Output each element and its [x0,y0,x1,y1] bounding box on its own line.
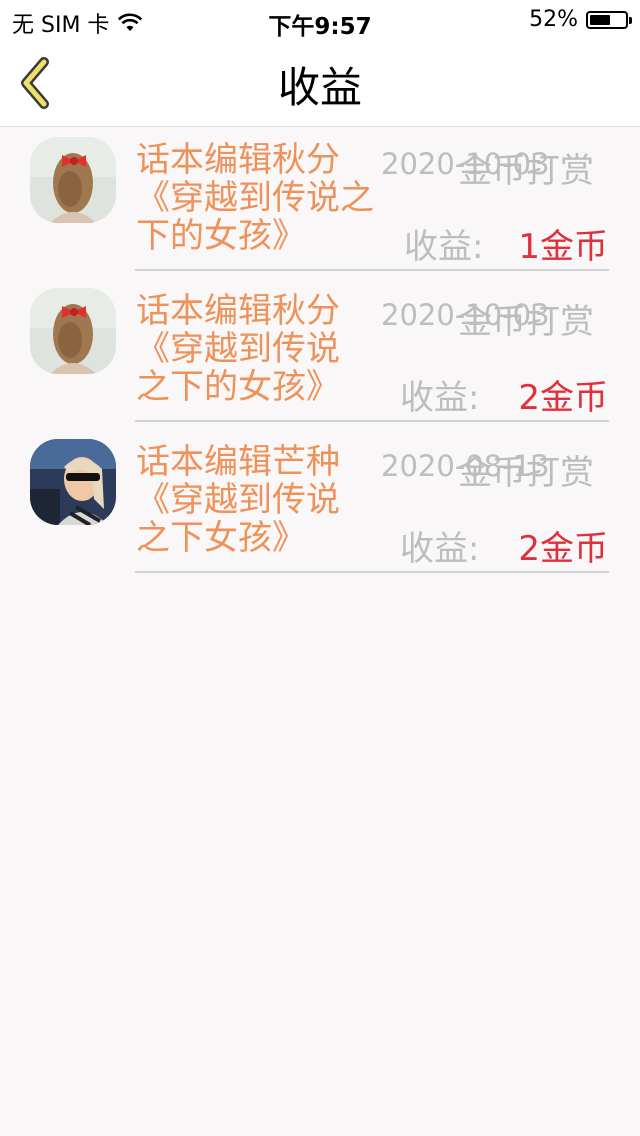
item-title-line: 话本编辑秋分 [136,140,340,180]
page-title: 收益 [277,63,362,112]
list-item[interactable]: 话本编辑秋分 《穿越到传说之 下的女孩》 2020-10-03 金币打赏 收益:… [0,127,640,278]
item-type: 金币打赏 [458,302,594,342]
avatar [30,439,116,525]
item-title-line: 《穿越到传说 [136,329,340,369]
item-title-line: 话本编辑芒种 [136,442,340,482]
item-title-line: 话本编辑秋分 [136,291,340,331]
battery-percent: 52% [529,7,578,32]
item-type: 金币打赏 [458,151,594,191]
avatar [30,288,116,374]
item-title-line: 之下的女孩》 [136,367,340,407]
earn-value: 1金币 [518,227,608,267]
divider [135,269,609,271]
divider [135,420,609,422]
item-title-line: 《穿越到传说 [136,480,340,520]
earn-label: 收益: [404,227,484,267]
list-item[interactable]: 话本编辑芒种 《穿越到传说 之下女孩》 2020-08-13 金币打赏 收益: … [0,429,640,580]
item-title: 话本编辑芒种 《穿越到传说 之下女孩》 [136,443,340,557]
item-title-line: 之下女孩》 [136,518,306,558]
item-title: 话本编辑秋分 《穿越到传说之 下的女孩》 [136,141,374,255]
battery-icon [586,10,632,29]
avatar [30,137,116,223]
item-type: 金币打赏 [458,453,594,493]
status-bar: 无 SIM 卡 下午9:57 52% [0,0,640,40]
earn-label: 收益: [400,378,480,418]
list-item[interactable]: 话本编辑秋分 《穿越到传说 之下的女孩》 2020-10-03 金币打赏 收益:… [0,278,640,429]
divider [135,571,609,573]
earnings-list: 话本编辑秋分 《穿越到传说之 下的女孩》 2020-10-03 金币打赏 收益:… [0,127,640,580]
earn-value: 2金币 [518,378,608,418]
nav-bar: 收益 [0,40,640,127]
item-title-line: 下的女孩》 [136,216,306,256]
earn-label: 收益: [400,529,480,569]
earn-value: 2金币 [518,529,608,569]
battery-group: 52% [529,7,632,32]
item-title-line: 《穿越到传说之 [136,178,374,218]
item-title: 话本编辑秋分 《穿越到传说 之下的女孩》 [136,292,340,406]
